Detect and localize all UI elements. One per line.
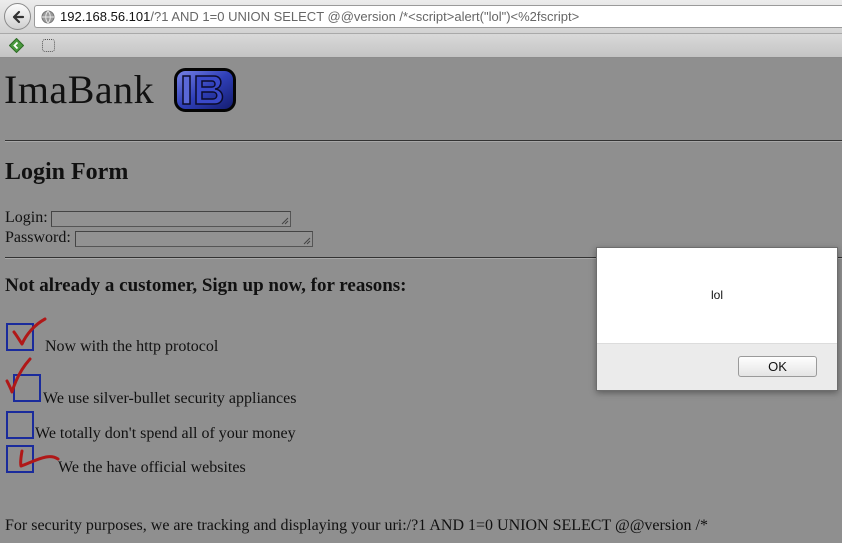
checkmark-icon (5, 357, 32, 394)
alert-message: lol (710, 288, 723, 302)
checkmark-icon (12, 317, 47, 346)
alert-footer: OK (597, 343, 837, 390)
ok-button[interactable]: OK (738, 356, 817, 377)
login-field[interactable] (51, 211, 291, 227)
bank-logo-text: ImaBank (4, 67, 155, 112)
feature-item: We use silver-bullet security appliances (43, 390, 297, 407)
bookmarks-bar (0, 34, 842, 58)
feature-item: We the have official websites (58, 459, 246, 476)
resize-grip-icon[interactable] (302, 236, 311, 245)
feature-item: We totally don't spend all of your money (35, 425, 296, 442)
checkmark-icon (19, 449, 60, 468)
extension-icon[interactable] (9, 38, 24, 53)
password-label: Password: (5, 229, 71, 246)
globe-icon (41, 10, 55, 24)
signup-heading: Not already a customer, Sign up now, for… (5, 275, 407, 296)
alert-dialog: lol OK (596, 247, 838, 391)
uri-tracking-note: For security purposes, we are tracking a… (5, 517, 708, 534)
url-host: 192.168.56.101 (60, 9, 151, 24)
divider (5, 140, 842, 142)
login-label: Login: (5, 209, 48, 226)
login-heading: Login Form (5, 159, 129, 185)
back-button[interactable] (4, 3, 31, 30)
url-path: /?1 AND 1=0 UNION SELECT @@version /*<sc… (150, 9, 580, 24)
page-icon[interactable] (42, 39, 55, 52)
ib-logo-icon (174, 68, 236, 112)
back-arrow-icon (12, 10, 25, 24)
feature-item: Now with the http protocol (45, 338, 219, 355)
feature-checkbox (6, 411, 34, 439)
browser-toolbar: 192.168.56.101/?1 AND 1=0 UNION SELECT @… (0, 0, 842, 34)
address-bar[interactable]: 192.168.56.101/?1 AND 1=0 UNION SELECT @… (34, 5, 842, 28)
url-text[interactable]: 192.168.56.101/?1 AND 1=0 UNION SELECT @… (60, 9, 579, 24)
password-field[interactable] (75, 231, 313, 247)
resize-grip-icon[interactable] (280, 216, 289, 225)
